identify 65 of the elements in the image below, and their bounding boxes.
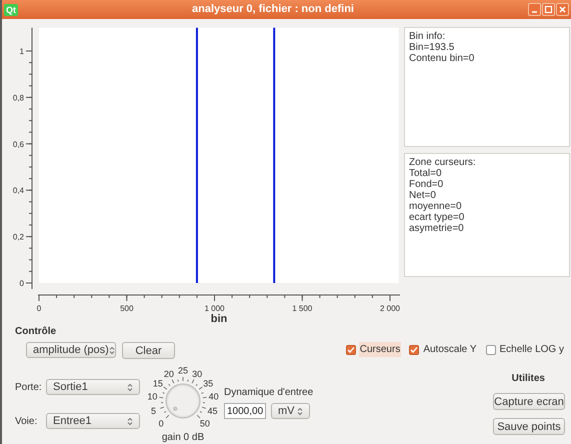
y-tick-label: 0,2 xyxy=(12,232,24,242)
checkbox[interactable] xyxy=(486,344,496,354)
spinner-arrows-icon xyxy=(108,346,115,354)
checkbox[interactable] xyxy=(346,344,356,354)
x-axis-title: bin xyxy=(210,313,228,325)
input-range-field[interactable]: 1000,00 xyxy=(224,403,266,419)
info-line: moyenne=0 xyxy=(409,201,462,212)
field-label: Porte: xyxy=(15,380,43,394)
info-line: Fond=0 xyxy=(409,179,444,190)
x-tick-label: 2 000 xyxy=(380,304,400,313)
y-tick-label: 0 xyxy=(20,279,24,288)
y-tick-label: 1 xyxy=(20,47,24,56)
section-title: Utilites xyxy=(512,372,545,386)
cursor-line[interactable] xyxy=(196,28,198,283)
info-line: Contenu bin=0 xyxy=(409,53,474,64)
info-line: Net=0 xyxy=(409,190,436,201)
knob-scale-label: 20 xyxy=(164,368,174,379)
app-logo: Qt xyxy=(4,4,18,16)
knob-scale-label: 0 xyxy=(158,418,164,428)
knob-scale-label: 35 xyxy=(203,378,214,388)
info-line: Zone curseurs: xyxy=(409,157,476,168)
spinner-arrows-icon xyxy=(127,416,133,426)
cursor-line[interactable] xyxy=(273,28,276,283)
mode-select[interactable]: amplitude (pos) xyxy=(26,342,116,358)
field-label: Voie: xyxy=(15,414,38,428)
x-tick-label: 1 000 xyxy=(204,304,225,313)
minimize-icon[interactable] xyxy=(528,3,541,16)
checkbox-label[interactable]: Echelle LOG y xyxy=(498,342,565,357)
close-icon[interactable] xyxy=(556,3,569,16)
unit-select[interactable]: mV xyxy=(271,403,310,419)
info-line: Total=0 xyxy=(409,168,442,179)
clear-button[interactable]: Clear xyxy=(122,342,175,359)
info-line: ecart type=0 xyxy=(409,212,464,223)
knob-scale-label: 5 xyxy=(151,406,156,416)
field-label: Dynamique d'entree xyxy=(224,386,314,400)
utility-button[interactable]: Sauve points xyxy=(493,418,565,435)
channel-select[interactable]: Entree1 xyxy=(46,413,140,429)
y-tick-label: 0,4 xyxy=(12,186,24,196)
gate-select[interactable]: Sortie1 xyxy=(46,379,140,395)
knob-scale-label: 45 xyxy=(207,406,218,416)
x-tick-label: 1 500 xyxy=(292,304,312,313)
info-line: Bin=193.5 xyxy=(409,42,454,53)
y-tick-label: 0,8 xyxy=(12,93,24,102)
knob-scale-label: 25 xyxy=(178,367,188,376)
info-line: Bin info: xyxy=(409,31,446,42)
maximize-icon[interactable] xyxy=(542,3,555,16)
knob-scale-label: 10 xyxy=(147,392,158,402)
knob-scale-label: 50 xyxy=(200,418,210,428)
gain-caption: gain 0 dB xyxy=(162,431,204,444)
info-line: asymetrie=0 xyxy=(409,223,464,234)
x-tick-label: 0 xyxy=(36,304,42,313)
y-tick-label: 0,6 xyxy=(12,140,24,149)
knob-scale-label: 40 xyxy=(208,392,219,402)
checkbox-label[interactable]: Autoscale Y xyxy=(422,342,478,357)
knob-scale-label: 30 xyxy=(192,368,202,379)
spinner-arrows-icon xyxy=(127,382,133,392)
utility-button[interactable]: Capture ecran xyxy=(493,393,565,410)
spinner-arrows-icon xyxy=(297,406,303,416)
checkbox[interactable] xyxy=(409,344,420,354)
x-tick-label: 500 xyxy=(120,304,134,313)
knob-scale-label: 15 xyxy=(152,378,163,388)
window-title: analyseur 0, fichier : non defini xyxy=(191,2,355,18)
section-title: Contrôle xyxy=(15,325,56,339)
checkbox-label[interactable]: Curseurs xyxy=(358,342,402,357)
gain-knob[interactable] xyxy=(166,384,200,418)
